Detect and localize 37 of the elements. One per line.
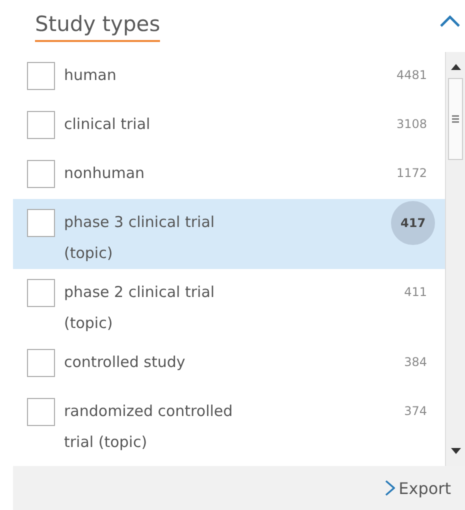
item-count: 4481: [396, 67, 428, 84]
scrollbar[interactable]: [445, 52, 465, 466]
chevron-right-icon: [384, 480, 395, 496]
grip-icon: [452, 115, 460, 123]
list-item[interactable]: randomized controlled trial (topic) 374: [13, 388, 446, 458]
item-label: phase 2 clinical trial (topic): [64, 282, 216, 334]
scroll-down-icon[interactable]: [450, 448, 461, 454]
item-count: 374: [404, 403, 428, 420]
list-item[interactable]: nonhuman 1172: [13, 150, 446, 199]
scrollbar-thumb[interactable]: [448, 78, 464, 160]
export-button[interactable]: Export: [384, 478, 451, 498]
list-item[interactable]: phase 3 clinical trial (topic) 417: [13, 199, 446, 269]
checkbox[interactable]: [27, 62, 55, 90]
item-label: nonhuman: [64, 163, 146, 184]
item-count: 3108: [396, 116, 428, 133]
collapse-icon[interactable]: [439, 14, 461, 28]
item-count: 1172: [396, 165, 428, 182]
list-item[interactable]: phase 2 clinical trial (topic) 411: [13, 269, 446, 339]
list-item[interactable]: clinical trial 3108: [13, 101, 446, 150]
checkbox[interactable]: [27, 349, 55, 377]
item-label: controlled study: [64, 352, 186, 373]
scroll-up-icon[interactable]: [450, 64, 461, 70]
item-label: clinical trial: [64, 114, 152, 135]
item-label: human: [64, 65, 118, 86]
checkbox[interactable]: [27, 209, 55, 237]
item-count: 411: [404, 284, 428, 301]
panel-title: Study types: [35, 10, 160, 42]
list-item[interactable]: human 4481: [13, 52, 446, 101]
item-count: 417: [391, 201, 436, 245]
checkbox[interactable]: [27, 160, 55, 188]
item-label: randomized controlled trial (topic): [64, 401, 234, 453]
checkbox[interactable]: [27, 279, 55, 307]
list-item[interactable]: controlled study 384: [13, 339, 446, 388]
item-count: 384: [404, 354, 428, 371]
item-label: phase 3 clinical trial (topic): [64, 212, 216, 264]
checkbox[interactable]: [27, 398, 55, 426]
checkbox[interactable]: [27, 111, 55, 139]
